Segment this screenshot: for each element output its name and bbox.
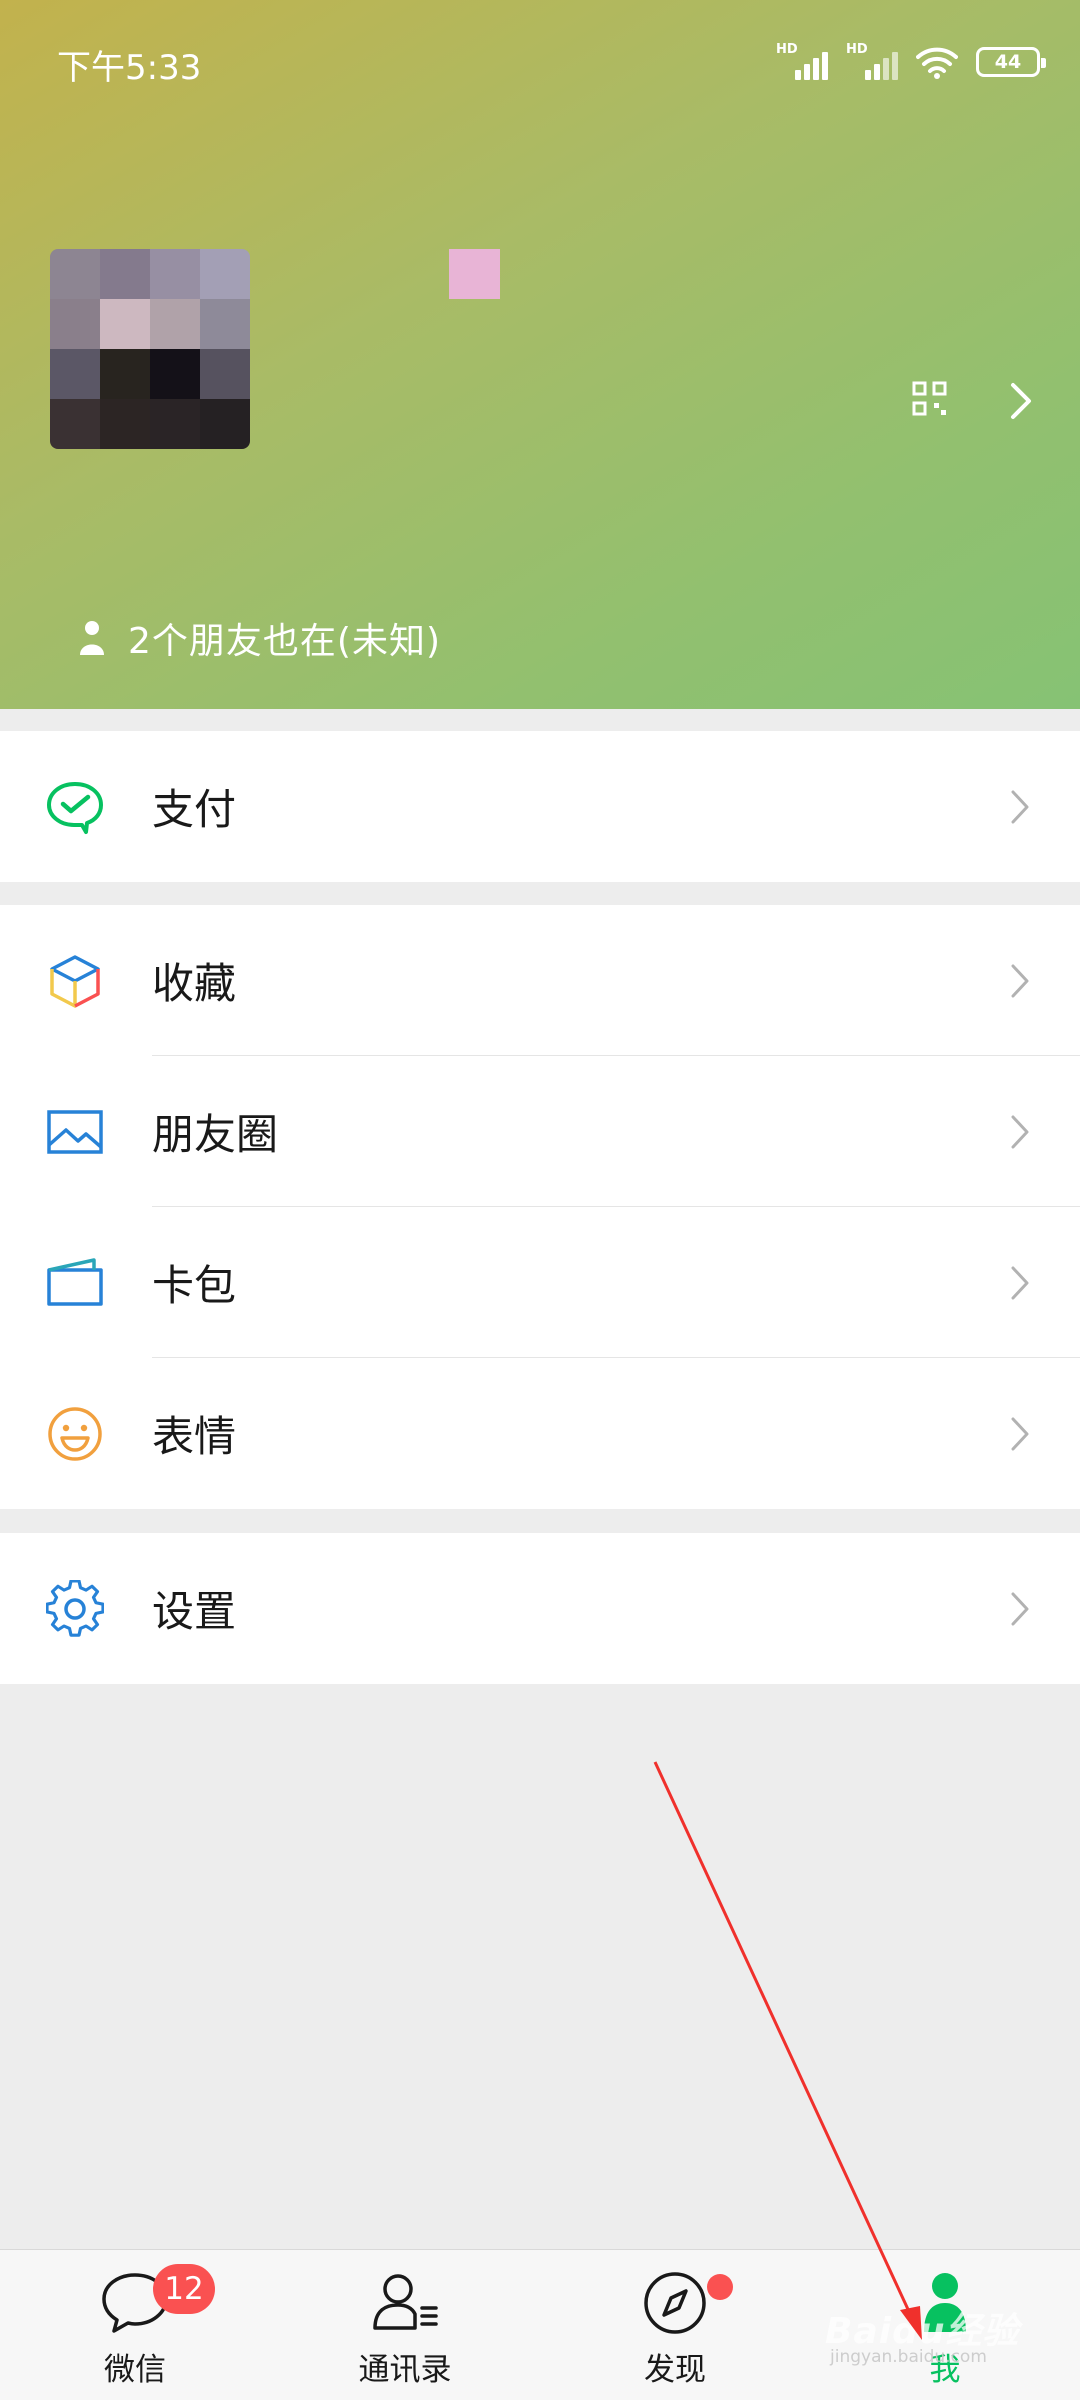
- nickname-redacted[interactable]: [449, 249, 500, 299]
- menu-item-cards[interactable]: 卡包: [0, 1207, 1080, 1358]
- menu-item-label: 朋友圈: [152, 1110, 279, 1159]
- menu-item-label: 收藏: [152, 959, 237, 1008]
- menu-item-label: 卡包: [152, 1261, 237, 1310]
- menu-item-label: 支付: [152, 785, 237, 834]
- qr-code-icon[interactable]: [912, 381, 948, 417]
- settings-gear-icon: [46, 1580, 104, 1637]
- chevron-right-icon: [1011, 790, 1029, 824]
- new-content-dot: [707, 2274, 733, 2300]
- card-wallet-icon: [47, 1258, 103, 1306]
- status-indicators: HD HD 44: [776, 42, 1046, 82]
- friends-status-text: 2个朋友也在(未知): [128, 621, 441, 662]
- chevron-right-icon[interactable]: [1005, 381, 1037, 421]
- signal-icon: HD: [776, 42, 828, 80]
- profile-header: 下午5:33 HD HD 44 2个朋友也在(未知): [0, 0, 1080, 709]
- tab-chats[interactable]: 12 微信: [0, 2250, 270, 2400]
- battery-icon: 44: [976, 47, 1046, 77]
- unread-badge: 12: [153, 2264, 215, 2314]
- menu-item-stickers[interactable]: 表情: [0, 1358, 1080, 1509]
- avatar[interactable]: [50, 249, 250, 449]
- menu-group-settings: 设置: [0, 1533, 1080, 1684]
- status-bar: 下午5:33 HD HD 44: [0, 0, 1080, 130]
- wifi-icon: [916, 47, 958, 79]
- sticker-smiley-icon: [48, 1407, 102, 1461]
- chevron-right-icon: [1011, 1266, 1029, 1300]
- chevron-right-icon: [1011, 1115, 1029, 1149]
- menu-item-moments[interactable]: 朋友圈: [0, 1056, 1080, 1207]
- tab-contacts[interactable]: 通讯录: [270, 2250, 540, 2400]
- contacts-icon: [373, 2274, 438, 2330]
- tab-label: 微信: [104, 2352, 166, 2388]
- chevron-right-icon: [1011, 1417, 1029, 1451]
- menu-item-label: 设置: [152, 1587, 237, 1636]
- menu-group-main: 收藏 朋友圈 卡包 表情: [0, 905, 1080, 1509]
- favorites-cube-icon: [50, 955, 100, 1008]
- menu-item-label: 表情: [152, 1412, 237, 1461]
- tab-label: 通讯录: [358, 2352, 452, 2388]
- signal-icon: HD: [846, 42, 898, 80]
- wechat-pay-icon: [47, 782, 103, 834]
- chevron-right-icon: [1011, 1592, 1029, 1626]
- baidu-watermark-url: jingyan.baidu.com: [830, 2347, 987, 2367]
- menu-group-pay: 支付: [0, 731, 1080, 882]
- tab-discover[interactable]: 发现: [540, 2250, 810, 2400]
- compass-icon: [644, 2272, 706, 2334]
- status-time: 下午5:33: [57, 48, 202, 88]
- tab-label: 发现: [644, 2352, 706, 2388]
- menu-item-settings[interactable]: 设置: [0, 1533, 1080, 1684]
- chevron-right-icon: [1011, 964, 1029, 998]
- menu-item-pay[interactable]: 支付: [0, 731, 1080, 882]
- person-icon: [80, 621, 104, 655]
- menu-item-favorites[interactable]: 收藏: [0, 905, 1080, 1056]
- friends-status[interactable]: 2个朋友也在(未知): [78, 612, 441, 664]
- moments-picture-icon: [47, 1110, 103, 1154]
